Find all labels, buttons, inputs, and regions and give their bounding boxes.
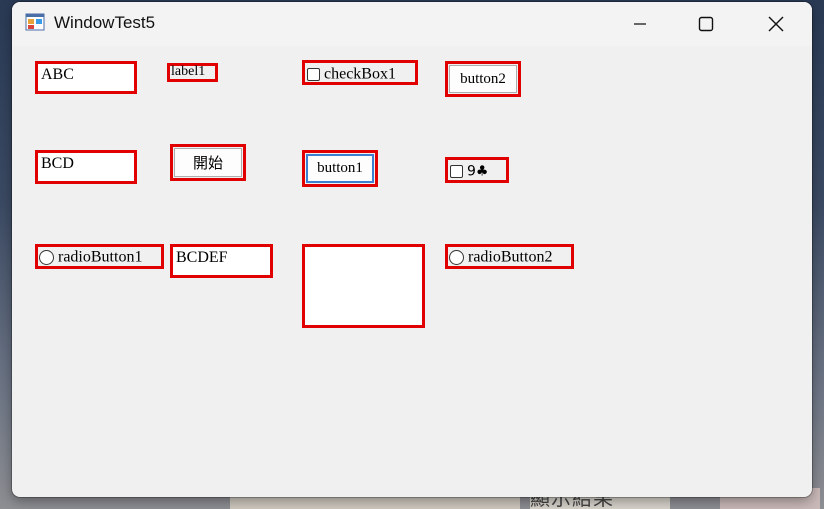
textbox-1-highlight: ABC — [35, 61, 137, 94]
checkbox-1[interactable]: checkBox1 — [307, 65, 396, 83]
title-bar[interactable]: WindowTest5 — [12, 2, 812, 46]
button-1-highlight: button1 — [302, 150, 378, 187]
minimize-button[interactable] — [608, 2, 672, 46]
checkbox-1-highlight: checkBox1 — [302, 60, 418, 85]
checkbox-1-label: checkBox1 — [324, 65, 396, 83]
textbox-3-highlight: BCDEF — [170, 244, 273, 278]
radiobutton-2[interactable]: radioButton2 — [449, 248, 552, 266]
textbox-3[interactable]: BCDEF — [173, 247, 270, 275]
maximize-button[interactable] — [674, 2, 738, 46]
checkbox-2-label: 9♣ — [467, 163, 489, 180]
textbox-1[interactable]: ABC — [38, 64, 134, 91]
button-1[interactable]: button1 — [306, 154, 374, 183]
checkbox-2-highlight: 9♣ — [445, 157, 509, 183]
radiobutton-1-highlight: radioButton1 — [35, 244, 164, 269]
label-1: label1 — [171, 64, 206, 79]
empty-panel-highlight — [302, 244, 425, 328]
app-window: WindowTest5 ABC label1 checkBox1 button2… — [12, 2, 812, 497]
textbox-2[interactable]: BCD — [38, 153, 134, 181]
close-icon — [768, 16, 784, 32]
desktop-background-fragment — [230, 496, 520, 509]
button-2-highlight: button2 — [445, 61, 521, 97]
checkbox-1-box[interactable] — [307, 67, 320, 81]
button-2[interactable]: button2 — [449, 65, 517, 93]
window-title: WindowTest5 — [54, 13, 156, 32]
empty-panel[interactable] — [305, 247, 422, 325]
radiobutton-2-highlight: radioButton2 — [445, 244, 574, 269]
radiobutton-2-circle[interactable] — [449, 249, 464, 265]
start-button-highlight: 開始 — [170, 144, 246, 181]
textbox-2-highlight: BCD — [35, 150, 137, 184]
minimize-icon — [634, 23, 646, 25]
radiobutton-1-label: radioButton1 — [58, 248, 143, 266]
label-1-highlight: label1 — [167, 63, 218, 82]
radiobutton-2-label: radioButton2 — [468, 248, 553, 266]
checkbox-2[interactable]: 9♣ — [450, 162, 488, 180]
radiobutton-1-circle[interactable] — [39, 249, 54, 265]
checkbox-2-box[interactable] — [450, 164, 463, 178]
radiobutton-1[interactable]: radioButton1 — [39, 248, 142, 266]
app-icon — [25, 13, 45, 31]
start-button[interactable]: 開始 — [174, 148, 242, 177]
form-client-area: ABC label1 checkBox1 button2 BCD 開始 butt… — [12, 46, 812, 497]
close-button[interactable] — [744, 2, 808, 46]
maximize-icon — [698, 16, 714, 32]
